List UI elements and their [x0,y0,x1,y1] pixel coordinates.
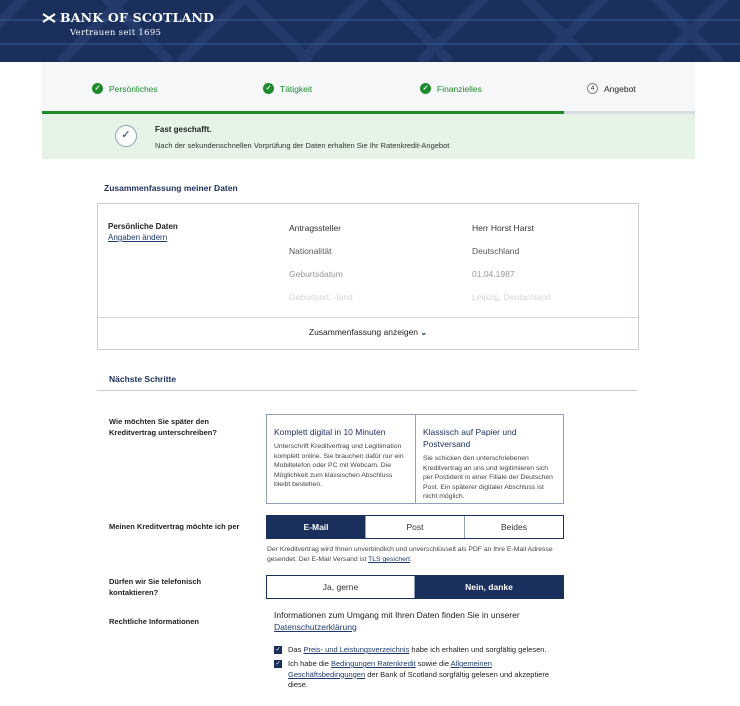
chevron-down-icon: ⌄ [420,328,428,337]
sign-option-digital[interactable]: Komplett digital in 10 Minuten Unterschr… [266,414,416,504]
consent-checkbox[interactable]: ✓ [274,660,282,668]
summary-value: 01.04.1987 [472,269,515,279]
step-occupation[interactable]: ✓ Tätigkeit [263,83,312,94]
phone-contact-selector: Ja, gerne Nein, danke [266,575,564,599]
delivery-post-button[interactable]: Post [366,516,465,538]
edit-details-link[interactable]: Angaben ändern [108,233,167,242]
step-number: 4 [587,83,598,94]
delivery-hint: Der Kreditvertrag wird Ihnen unverbindli… [267,545,567,565]
summary-key: Geburtsdatum [289,269,343,279]
step-offer: 4 Angebot [587,83,636,94]
summary-box: Persönliche Daten Angaben ändern Antrags… [97,203,639,350]
banner-title: Fast geschafft. [155,125,212,134]
card-title: Klassisch auf Papier und Postversand [423,427,517,449]
consent-text: Das Preis- und Leistungsverzeichnis habe… [288,645,547,656]
sign-option-paper[interactable]: Klassisch auf Papier und Postversand Sie… [415,414,564,504]
summary-key: Antragssteller [289,223,341,233]
phone-yes-button[interactable]: Ja, gerne [267,576,415,598]
divider [97,390,637,391]
saltire-logo-icon [42,12,56,23]
step-personal[interactable]: ✓ Persönliches [92,83,158,94]
banner-text: Nach der sekundenschnellen Vorprüfung de… [155,141,450,150]
show-summary-toggle[interactable]: Zusammenfassung anzeigen ⌄ [98,327,638,337]
card-text: Sie schicken den unterschriebenen Kredit… [423,455,553,500]
delivery-selector: E-Mail Post Beides [266,515,564,539]
consent-price-list: ✓ Das Preis- und Leistungsverzeichnis ha… [274,645,564,656]
phone-no-button[interactable]: Nein, danke [415,576,563,598]
card-title: Komplett digital in 10 Minuten [274,427,386,437]
progress-steps: ✓ Persönliches ✓ Tätigkeit ✓ Finanzielle… [42,62,695,114]
legal-info: Informationen zum Umgang mit Ihren Daten… [274,609,574,633]
summary-section-label: Persönliche Daten [108,222,178,231]
summary-value: Deutschland [472,246,520,256]
tls-link[interactable]: TLS gesichert [368,556,410,563]
consent-text-pre: Ich habe die [288,659,329,668]
loan-terms-link[interactable]: Bedingungen Ratenkredit [331,659,416,668]
delivery-question: Meinen Kreditvertrag möchte ich per [109,522,240,531]
check-icon: ✓ [420,83,431,94]
consent-terms: ✓ Ich habe die Bedingungen Ratenkredit s… [274,659,564,691]
bank-logo[interactable]: BANK OF SCOTLAND Vertrauen seit 1695 [42,10,214,38]
privacy-policy-link[interactable]: Datenschutzerklärung [274,622,357,632]
consent-text: Ich habe die Bedingungen Ratenkredit sow… [288,659,564,691]
summary-key: Nationalität [289,246,332,256]
step-financial[interactable]: ✓ Finanzielles [420,83,482,94]
divider [98,317,638,318]
summary-key: Geburtsort, -land [289,292,353,302]
consent-text-pre: Das [288,645,302,654]
sign-question: Wie möchten Sie später den Kreditvertrag… [109,417,217,437]
check-icon: ✓ [92,83,103,94]
bank-name: BANK OF SCOTLAND [60,10,215,25]
step-label: Finanzielles [437,83,482,94]
step-label: Angebot [604,83,636,94]
summary-title: Zusammenfassung meiner Daten [104,183,238,193]
card-text: Unterschrift Kreditvertrag und Legitimat… [274,443,404,488]
legal-question: Rechtliche Informationen [109,617,200,626]
check-icon: ✓ [263,83,274,94]
consent-text-mid: sowie die [417,659,449,668]
step-label: Persönliches [109,83,158,94]
price-list-link[interactable]: Preis- und Leistungsverzeichnis [303,645,409,654]
bank-tagline: Vertrauen seit 1695 [70,28,162,38]
legal-info-text: Informationen zum Umgang mit Ihren Daten… [274,610,520,620]
delivery-email-button[interactable]: E-Mail [267,516,366,538]
toggle-label: Zusammenfassung anzeigen [308,327,419,337]
phone-question: Dürfen wir Sie telefonisch kontaktieren? [109,577,202,597]
next-steps-title: Nächste Schritte [109,374,177,384]
success-banner: ✓ Fast geschafft. Nach der sekundenschne… [42,114,695,159]
summary-value: Leipzig, Deutschland [472,292,551,302]
consent-checkbox[interactable]: ✓ [274,646,282,654]
site-header: BANK OF SCOTLAND Vertrauen seit 1695 [0,0,740,62]
hint-end: . [410,556,412,563]
step-label: Tätigkeit [280,83,313,94]
delivery-both-button[interactable]: Beides [465,516,563,538]
check-circle-icon: ✓ [115,125,137,147]
summary-value: Herr Horst Harst [472,223,534,233]
consent-text-post: habe ich erhalten und sorgfältig gelesen… [411,645,547,654]
